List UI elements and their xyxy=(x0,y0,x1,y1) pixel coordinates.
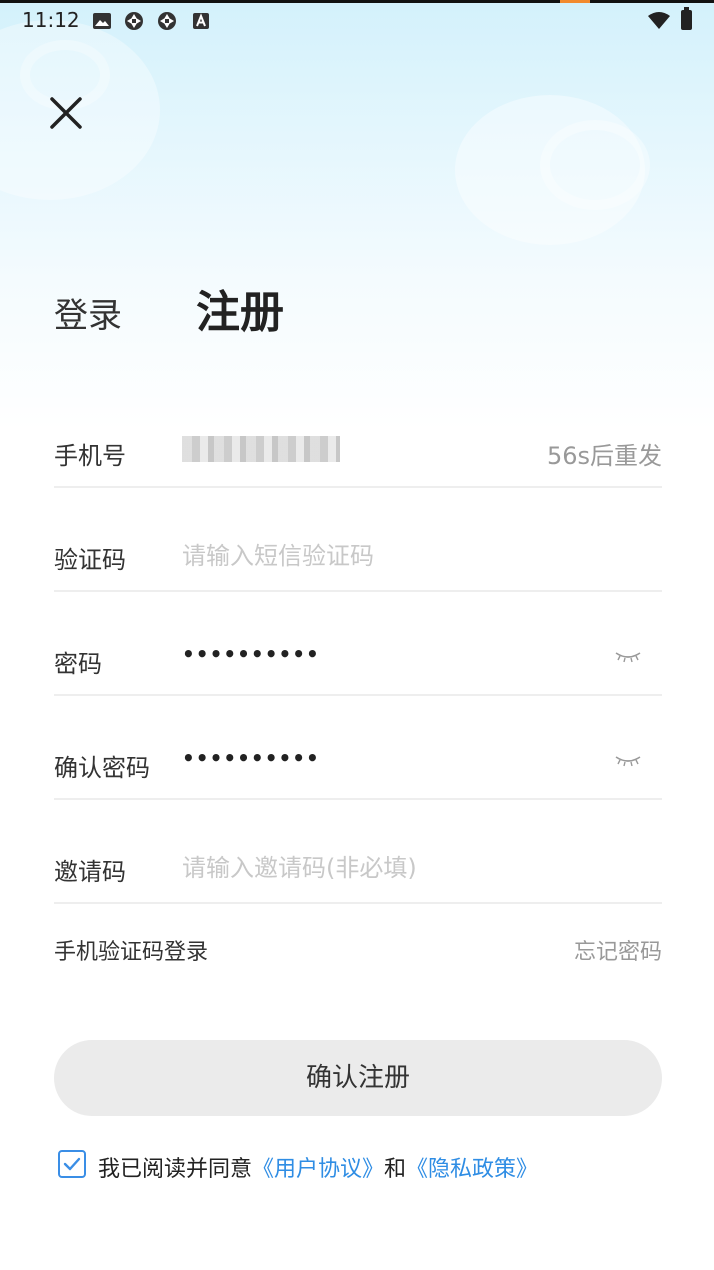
confirm-register-button[interactable]: 确认注册 xyxy=(54,1040,662,1116)
sms-login-link[interactable]: 手机验证码登录 xyxy=(54,934,208,966)
forgot-password-link[interactable]: 忘记密码 xyxy=(574,934,662,966)
password-label: 密码 xyxy=(54,650,102,678)
resend-countdown[interactable]: 56s后重发 xyxy=(547,436,662,471)
a-icon xyxy=(193,13,209,29)
sync-icon xyxy=(158,12,176,30)
agreement-and: 和 xyxy=(384,1157,407,1182)
close-icon[interactable] xyxy=(46,93,86,133)
header-background xyxy=(0,0,714,430)
tab-login[interactable]: 登录 xyxy=(54,288,122,337)
code-row: 验证码 请输入短信验证码 xyxy=(54,488,662,592)
agreement-checkbox[interactable] xyxy=(58,1150,86,1178)
invite-row: 邀请码 请输入邀请码(非必填) xyxy=(54,800,662,904)
invite-input[interactable]: 请输入邀请码(非必填) xyxy=(182,848,417,883)
privacy-policy-link[interactable]: 《隐私政策》 xyxy=(406,1157,538,1182)
password-row: 密码 •••••••••• xyxy=(54,592,662,696)
cloud-decoration xyxy=(540,120,650,210)
status-time: 11:12 xyxy=(22,8,80,32)
code-input[interactable]: 请输入短信验证码 xyxy=(182,536,374,571)
image-icon xyxy=(93,13,111,29)
confirm-password-label: 确认密码 xyxy=(54,754,150,782)
agreement-prefix: 我已阅读并同意 xyxy=(98,1157,253,1182)
password-input[interactable]: •••••••••• xyxy=(182,642,320,666)
agreement-text: 我已阅读并同意《用户协议》和《隐私政策》 xyxy=(98,1151,538,1183)
status-bar: 11:12 xyxy=(0,0,714,42)
eye-closed-icon[interactable] xyxy=(614,650,642,664)
eye-closed-icon[interactable] xyxy=(614,754,642,768)
code-label: 验证码 xyxy=(54,546,126,574)
tab-register[interactable]: 注册 xyxy=(196,276,284,340)
invite-label: 邀请码 xyxy=(54,858,126,886)
confirm-password-input[interactable]: •••••••••• xyxy=(182,746,320,770)
phone-label: 手机号 xyxy=(54,442,126,470)
user-agreement-link[interactable]: 《用户协议》 xyxy=(252,1157,384,1182)
battery-charging-icon xyxy=(681,7,692,30)
phone-row: 手机号 56s后重发 xyxy=(54,384,662,488)
wifi-icon xyxy=(648,12,670,29)
confirm-password-row: 确认密码 •••••••••• xyxy=(54,696,662,800)
sync-icon xyxy=(125,12,143,30)
checkmark-icon xyxy=(63,1157,81,1171)
phone-input-blurred[interactable] xyxy=(182,436,340,462)
